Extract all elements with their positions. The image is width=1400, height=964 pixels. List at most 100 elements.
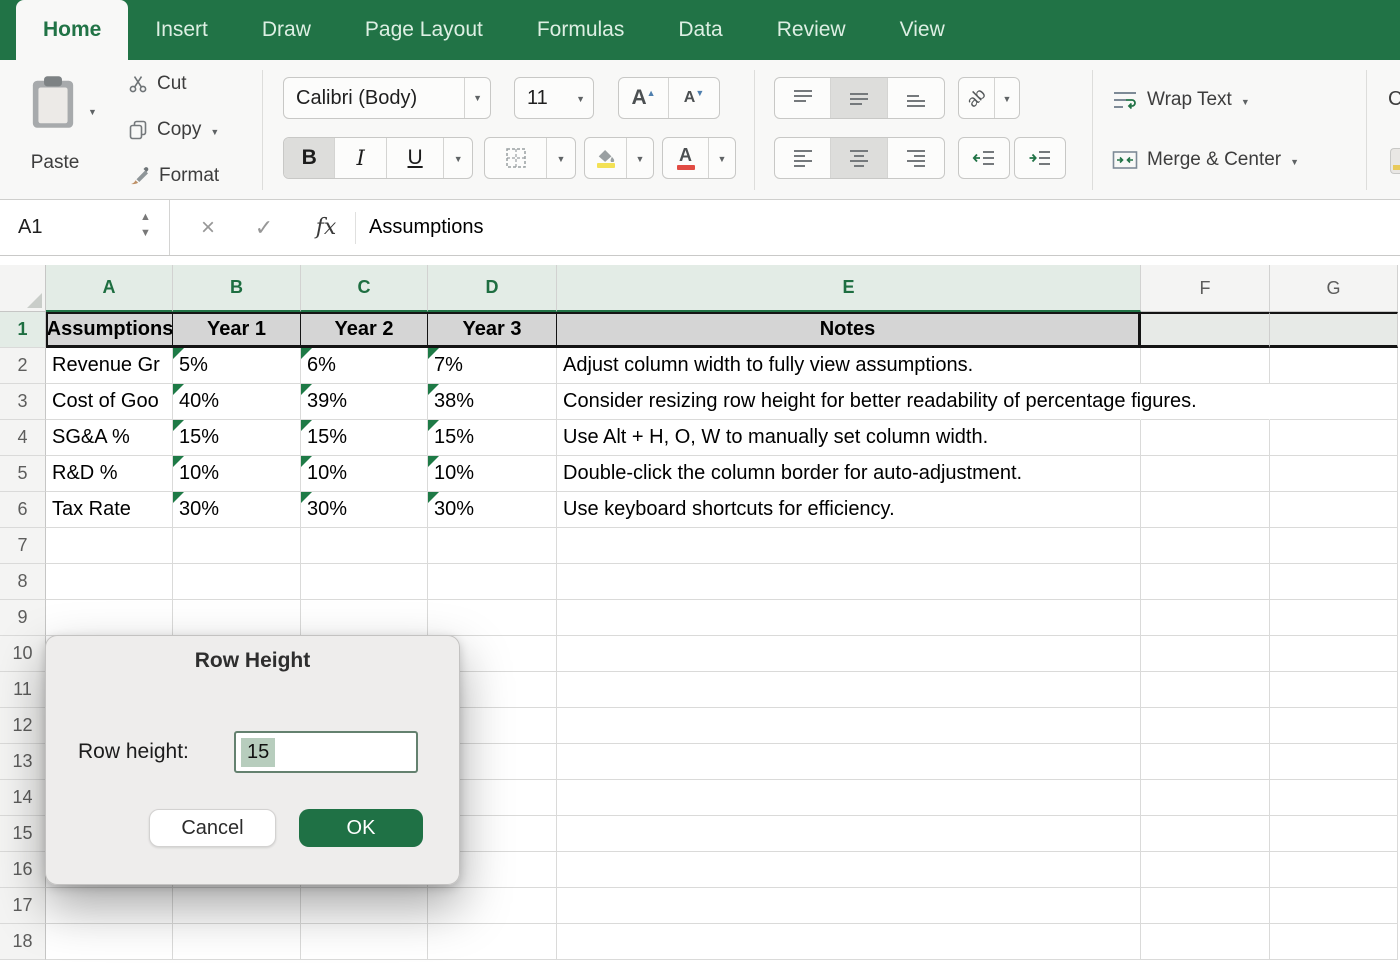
cell-B2[interactable]: 5% — [173, 348, 301, 384]
font-color-button[interactable]: A — [663, 138, 709, 178]
name-box[interactable]: A1 — [0, 200, 170, 255]
tab-view[interactable]: View — [873, 0, 972, 60]
conditional-formatting-clipped-label[interactable]: C — [1388, 88, 1400, 111]
cell-F4[interactable] — [1141, 420, 1270, 456]
align-center-button[interactable] — [831, 138, 887, 178]
cell-E5[interactable]: Double-click the column border for auto-… — [557, 456, 1141, 492]
bold-button[interactable]: B — [284, 138, 335, 178]
cell-G12[interactable] — [1270, 708, 1398, 744]
cancel-button[interactable]: Cancel — [149, 809, 276, 847]
row-header-16[interactable]: 16 — [0, 852, 46, 888]
cell-A7[interactable] — [46, 528, 173, 564]
cell-C9[interactable] — [301, 600, 428, 636]
column-header-F[interactable]: F — [1141, 265, 1270, 312]
increase-font-size-button[interactable] — [619, 78, 669, 118]
italic-button[interactable]: I — [335, 138, 386, 178]
cell-G17[interactable] — [1270, 888, 1398, 924]
cell-E12[interactable] — [557, 708, 1141, 744]
cell-C3[interactable]: 39% — [301, 384, 428, 420]
merge-center-button[interactable]: Merge & Center — [1112, 145, 1299, 175]
cell-G18[interactable] — [1270, 924, 1398, 960]
cell-E7[interactable] — [557, 528, 1141, 564]
cell-E9[interactable] — [557, 600, 1141, 636]
cell-B3[interactable]: 40% — [173, 384, 301, 420]
orientation-dropdown-icon[interactable] — [995, 78, 1019, 118]
cell-C18[interactable] — [301, 924, 428, 960]
row-header-10[interactable]: 10 — [0, 636, 46, 672]
font-color-dropdown-icon[interactable] — [709, 138, 735, 178]
copy-button[interactable]: Copy — [128, 115, 219, 145]
cell-D7[interactable] — [428, 528, 557, 564]
cell-A8[interactable] — [46, 564, 173, 600]
paste-dropdown-icon[interactable] — [88, 102, 97, 120]
increase-indent-button[interactable] — [1014, 137, 1066, 179]
cell-C5[interactable]: 10% — [301, 456, 428, 492]
cell-A17[interactable] — [46, 888, 173, 924]
fill-color-dropdown-icon[interactable] — [627, 138, 653, 178]
cell-E4[interactable]: Use Alt + H, O, W to manually set column… — [557, 420, 1141, 456]
text-orientation-button[interactable] — [959, 78, 995, 118]
underline-button[interactable]: U — [387, 138, 444, 178]
cell-B5[interactable]: 10% — [173, 456, 301, 492]
cell-F14[interactable] — [1141, 780, 1270, 816]
cell-C17[interactable] — [301, 888, 428, 924]
cell-F15[interactable] — [1141, 816, 1270, 852]
cell-C8[interactable] — [301, 564, 428, 600]
cell-E16[interactable] — [557, 852, 1141, 888]
cell-D18[interactable] — [428, 924, 557, 960]
row-header-17[interactable]: 17 — [0, 888, 46, 924]
cell-B18[interactable] — [173, 924, 301, 960]
decrease-font-size-button[interactable] — [669, 78, 719, 118]
align-left-button[interactable] — [775, 138, 831, 178]
cell-D9[interactable] — [428, 600, 557, 636]
cell-F9[interactable] — [1141, 600, 1270, 636]
tab-page-layout[interactable]: Page Layout — [338, 0, 510, 60]
column-header-E[interactable]: E — [557, 265, 1141, 312]
row-header-18[interactable]: 18 — [0, 924, 46, 960]
cell-C7[interactable] — [301, 528, 428, 564]
column-header-C[interactable]: C — [301, 265, 428, 312]
column-header-B[interactable]: B — [173, 265, 301, 312]
cell-G9[interactable] — [1270, 600, 1398, 636]
cell-E17[interactable] — [557, 888, 1141, 924]
cell-E10[interactable] — [557, 636, 1141, 672]
copy-dropdown-icon[interactable] — [210, 119, 219, 141]
paste-button[interactable]: Paste — [16, 68, 112, 178]
align-right-button[interactable] — [888, 138, 944, 178]
cell-G2[interactable] — [1270, 348, 1398, 384]
cell-B1[interactable]: Year 1 — [173, 312, 301, 348]
cell-A1[interactable]: Assumptions — [46, 312, 173, 348]
cell-A18[interactable] — [46, 924, 173, 960]
cell-A2[interactable]: Revenue Gr — [46, 348, 173, 384]
cell-A3[interactable]: Cost of Goo — [46, 384, 173, 420]
align-middle-button[interactable] — [831, 78, 887, 118]
cell-E18[interactable] — [557, 924, 1141, 960]
tab-data[interactable]: Data — [651, 0, 749, 60]
tab-review[interactable]: Review — [750, 0, 873, 60]
cell-G7[interactable] — [1270, 528, 1398, 564]
cell-B6[interactable]: 30% — [173, 492, 301, 528]
cell-D4[interactable]: 15% — [428, 420, 557, 456]
cell-F2[interactable] — [1141, 348, 1270, 384]
decrease-indent-button[interactable] — [958, 137, 1010, 179]
align-bottom-button[interactable] — [888, 78, 944, 118]
cell-E1[interactable]: Notes — [557, 312, 1141, 348]
format-painter-button[interactable]: Format — [128, 161, 219, 191]
font-name-select[interactable]: Calibri (Body) — [283, 77, 491, 119]
cell-D3[interactable]: 38% — [428, 384, 557, 420]
cell-G16[interactable] — [1270, 852, 1398, 888]
merge-center-dropdown-icon[interactable] — [1290, 149, 1299, 171]
font-name-dropdown-icon[interactable] — [464, 78, 490, 118]
cell-D8[interactable] — [428, 564, 557, 600]
cell-F7[interactable] — [1141, 528, 1270, 564]
cell-C2[interactable]: 6% — [301, 348, 428, 384]
cell-F17[interactable] — [1141, 888, 1270, 924]
row-header-11[interactable]: 11 — [0, 672, 46, 708]
tab-formulas[interactable]: Formulas — [510, 0, 652, 60]
cell-F11[interactable] — [1141, 672, 1270, 708]
ok-button[interactable]: OK — [299, 809, 423, 847]
borders-dropdown-icon[interactable] — [547, 138, 575, 178]
cell-E13[interactable] — [557, 744, 1141, 780]
cell-B17[interactable] — [173, 888, 301, 924]
cell-G6[interactable] — [1270, 492, 1398, 528]
